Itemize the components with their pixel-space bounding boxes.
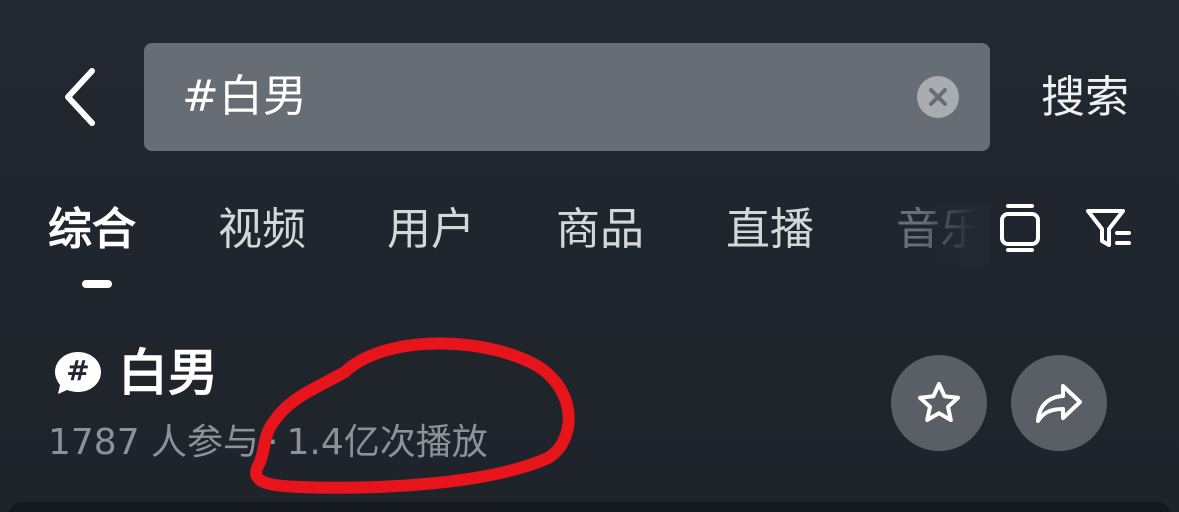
stats-separator: · (267, 422, 279, 463)
next-result-card (8, 502, 1171, 512)
tab-music[interactable]: 音乐 (896, 205, 984, 260)
topic-stats: 1787 人参与 · 1.4亿次播放 (48, 418, 488, 468)
tab-comprehensive[interactable]: 综合 (48, 200, 136, 260)
tablet-mode-button[interactable] (992, 200, 1048, 256)
active-tab-indicator (82, 280, 112, 288)
tablet-icon (1000, 204, 1040, 252)
tab-products[interactable]: 商品 (556, 200, 644, 260)
share-arrow-icon (1036, 384, 1082, 423)
tab-users[interactable]: 用户 (387, 200, 475, 260)
topic-title[interactable]: 白男 (118, 340, 218, 406)
tab-videos[interactable]: 视频 (218, 200, 306, 260)
chevron-left-icon (65, 68, 95, 126)
play-count: 1.4亿次播放 (286, 422, 488, 463)
hashtag-bubble-icon: # (52, 349, 104, 397)
back-button[interactable] (40, 55, 120, 139)
search-results-screen: 搜索 综合 视频 用户 商品 直播 音乐 # 白男 1787 人参与·1.4亿次… (0, 0, 1179, 512)
search-box (144, 43, 990, 151)
participant-count: 1787 人参与 (48, 422, 260, 463)
filter-button[interactable] (1080, 200, 1136, 256)
filter-icon (1086, 209, 1131, 247)
favorite-button[interactable] (891, 355, 987, 451)
search-button[interactable]: 搜索 (1030, 60, 1140, 136)
topic-badge-symbol: # (66, 354, 90, 387)
tab-overflow-fade: 音乐 (890, 205, 990, 265)
clear-circle-icon (929, 88, 947, 106)
search-input[interactable] (182, 43, 902, 151)
tab-live[interactable]: 直播 (726, 200, 814, 260)
share-button[interactable] (1011, 355, 1107, 451)
star-icon (918, 382, 960, 422)
clear-search-button[interactable] (917, 76, 959, 118)
